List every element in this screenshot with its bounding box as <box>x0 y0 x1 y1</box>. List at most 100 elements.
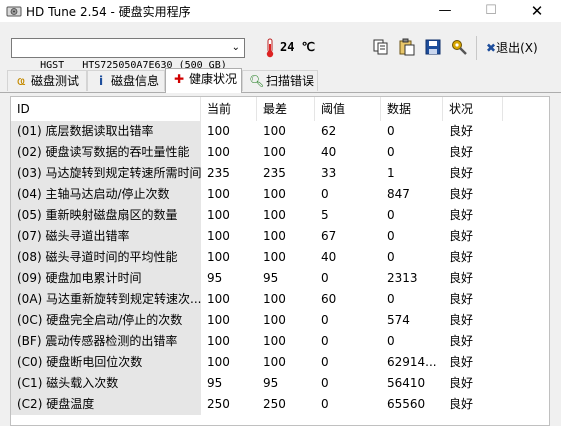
raw-data-value: 0 <box>387 334 395 348</box>
raw-data-value: 0 <box>387 208 395 222</box>
raw-data-value: 0 <box>387 145 395 159</box>
worst-value: 100 <box>263 355 286 369</box>
current-value: 100 <box>207 355 230 369</box>
temperature-readout: 24 ℃ <box>280 40 316 54</box>
column-header-current[interactable]: 当前 <box>201 97 257 121</box>
table-row[interactable]: (0C) 硬盘完全启动/停止的次数 100 100 0 574 良好 <box>11 310 549 331</box>
table-row[interactable]: (09) 硬盘加电累计时间 95 95 0 2313 良好 <box>11 268 549 289</box>
raw-data-value: 2313 <box>387 271 418 285</box>
threshold-value: 67 <box>321 229 337 243</box>
tab-strip: ҩ 磁盘测试 i 磁盘信息 ✚ 健康状况 🔍︎ 扫描错误 <box>0 68 561 93</box>
title-bar: HD Tune 2.54 - 硬盘实用程序 — ☐ ✕ <box>0 0 561 22</box>
status-value: 良好 <box>449 229 474 243</box>
table-row[interactable]: (C2) 硬盘温度 250 250 0 65560 良好 <box>11 394 549 415</box>
status-value: 良好 <box>449 250 474 264</box>
thermometer-icon <box>266 38 274 58</box>
worst-value: 100 <box>263 334 286 348</box>
tab-info-label: 磁盘信息 <box>111 74 160 88</box>
current-value: 250 <box>207 397 230 411</box>
window-title: HD Tune 2.54 - 硬盘实用程序 <box>26 5 191 19</box>
table-row[interactable]: (01) 底层数据读取出错率 100 100 62 0 良好 <box>11 121 549 142</box>
table-row[interactable]: (08) 磁头寻道时间的平均性能 100 100 40 0 良好 <box>11 247 549 268</box>
worst-value: 100 <box>263 313 286 327</box>
current-value: 95 <box>207 271 223 285</box>
tab-info[interactable]: i 磁盘信息 <box>87 70 165 91</box>
minimize-button[interactable]: — <box>422 0 468 22</box>
table-row[interactable]: (C1) 磁头载入次数 95 95 0 56410 良好 <box>11 373 549 394</box>
threshold-value: 0 <box>321 313 329 327</box>
column-header-worst[interactable]: 最差 <box>257 97 315 121</box>
attribute-name: (07) 磁头寻道出错率 <box>11 226 201 247</box>
maximize-button[interactable]: ☐ <box>468 0 514 22</box>
status-value: 良好 <box>449 334 474 348</box>
raw-data-value: 0 <box>387 250 395 264</box>
threshold-value: 0 <box>321 355 329 369</box>
tab-benchmark-label: 磁盘测试 <box>31 74 80 88</box>
close-button[interactable]: ✕ <box>514 0 560 22</box>
table-row[interactable]: (C0) 硬盘断电回位次数 100 100 0 62914... 良好 <box>11 352 549 373</box>
tab-error-scan[interactable]: 🔍︎ 扫描错误 <box>242 70 318 91</box>
current-value: 100 <box>207 250 230 264</box>
column-header-id[interactable]: ID <box>11 97 201 121</box>
status-value: 良好 <box>449 355 474 369</box>
current-value: 100 <box>207 229 230 243</box>
column-header-data[interactable]: 数据 <box>381 97 443 121</box>
attribute-name: (C2) 硬盘温度 <box>11 394 201 415</box>
status-value: 良好 <box>449 376 474 390</box>
exit-x-icon: ✖ <box>486 41 497 55</box>
status-value: 良好 <box>449 187 474 201</box>
tab-health[interactable]: ✚ 健康状况 <box>165 68 242 93</box>
toolbar: HGST HTS725050A7E630 (500 GB) ⌄ 24 ℃ ✖退出… <box>0 22 561 71</box>
worst-value: 100 <box>263 124 286 138</box>
magnifier-icon: 🔍︎ <box>249 74 265 88</box>
attribute-name: (03) 马达旋转到规定转速所需时间 <box>11 163 201 184</box>
exit-button[interactable]: ✖退出(X) <box>486 39 538 56</box>
attribute-name: (02) 硬盘读写数据的吞吐量性能 <box>11 142 201 163</box>
copy-icon[interactable] <box>372 38 390 56</box>
status-value: 良好 <box>449 397 474 411</box>
raw-data-value: 62914... <box>387 355 437 369</box>
raw-data-value: 56410 <box>387 376 426 390</box>
worst-value: 100 <box>263 187 286 201</box>
table-row[interactable]: (07) 磁头寻道出错率 100 100 67 0 良好 <box>11 226 549 247</box>
attribute-name: (04) 主轴马达启动/停止次数 <box>11 184 201 205</box>
smart-attribute-list[interactable]: ID 当前 最差 阈值 数据 状况 (01) 底层数据读取出错率 100 100 62… <box>10 96 550 426</box>
status-value: 良好 <box>449 124 474 138</box>
tab-benchmark[interactable]: ҩ 磁盘测试 <box>7 70 87 91</box>
worst-value: 100 <box>263 229 286 243</box>
current-value: 100 <box>207 124 230 138</box>
table-row[interactable]: (04) 主轴马达启动/停止次数 100 100 0 847 良好 <box>11 184 549 205</box>
attribute-name: (01) 底层数据读取出错率 <box>11 121 201 142</box>
table-row[interactable]: (BF) 震动传感器检测的出错率 100 100 0 0 良好 <box>11 331 549 352</box>
chevron-down-icon: ⌄ <box>231 42 240 53</box>
column-header-status[interactable]: 状况 <box>443 97 503 121</box>
worst-value: 100 <box>263 250 286 264</box>
raw-data-value: 0 <box>387 124 395 138</box>
drive-select[interactable]: HGST HTS725050A7E630 (500 GB) ⌄ <box>11 38 245 71</box>
threshold-value: 0 <box>321 271 329 285</box>
current-value: 100 <box>207 145 230 159</box>
info-icon: i <box>98 74 104 88</box>
raw-data-value: 0 <box>387 229 395 243</box>
table-row[interactable]: (0A) 马达重新旋转到规定转速次... 100 100 60 0 良好 <box>11 289 549 310</box>
options-tools-icon[interactable] <box>450 38 468 56</box>
table-row[interactable]: (03) 马达旋转到规定转速所需时间 235 235 33 1 良好 <box>11 163 549 184</box>
worst-value: 250 <box>263 397 286 411</box>
status-value: 良好 <box>449 208 474 222</box>
table-row[interactable]: (05) 重新映射磁盘扇区的数量 100 100 5 0 良好 <box>11 205 549 226</box>
column-header-threshold[interactable]: 阈值 <box>315 97 381 121</box>
app-disk-icon <box>6 6 22 17</box>
current-value: 235 <box>207 166 230 180</box>
current-value: 100 <box>207 187 230 201</box>
status-value: 良好 <box>449 271 474 285</box>
raw-data-value: 574 <box>387 313 410 327</box>
table-row[interactable]: (02) 硬盘读写数据的吞吐量性能 100 100 40 0 良好 <box>11 142 549 163</box>
current-value: 100 <box>207 313 230 327</box>
status-value: 良好 <box>449 145 474 159</box>
status-value: 良好 <box>449 166 474 180</box>
save-icon[interactable] <box>424 38 442 56</box>
tab-error-scan-label: 扫描错误 <box>266 74 315 88</box>
threshold-value: 40 <box>321 250 337 264</box>
current-value: 100 <box>207 334 230 348</box>
paste-icon[interactable] <box>398 38 416 56</box>
